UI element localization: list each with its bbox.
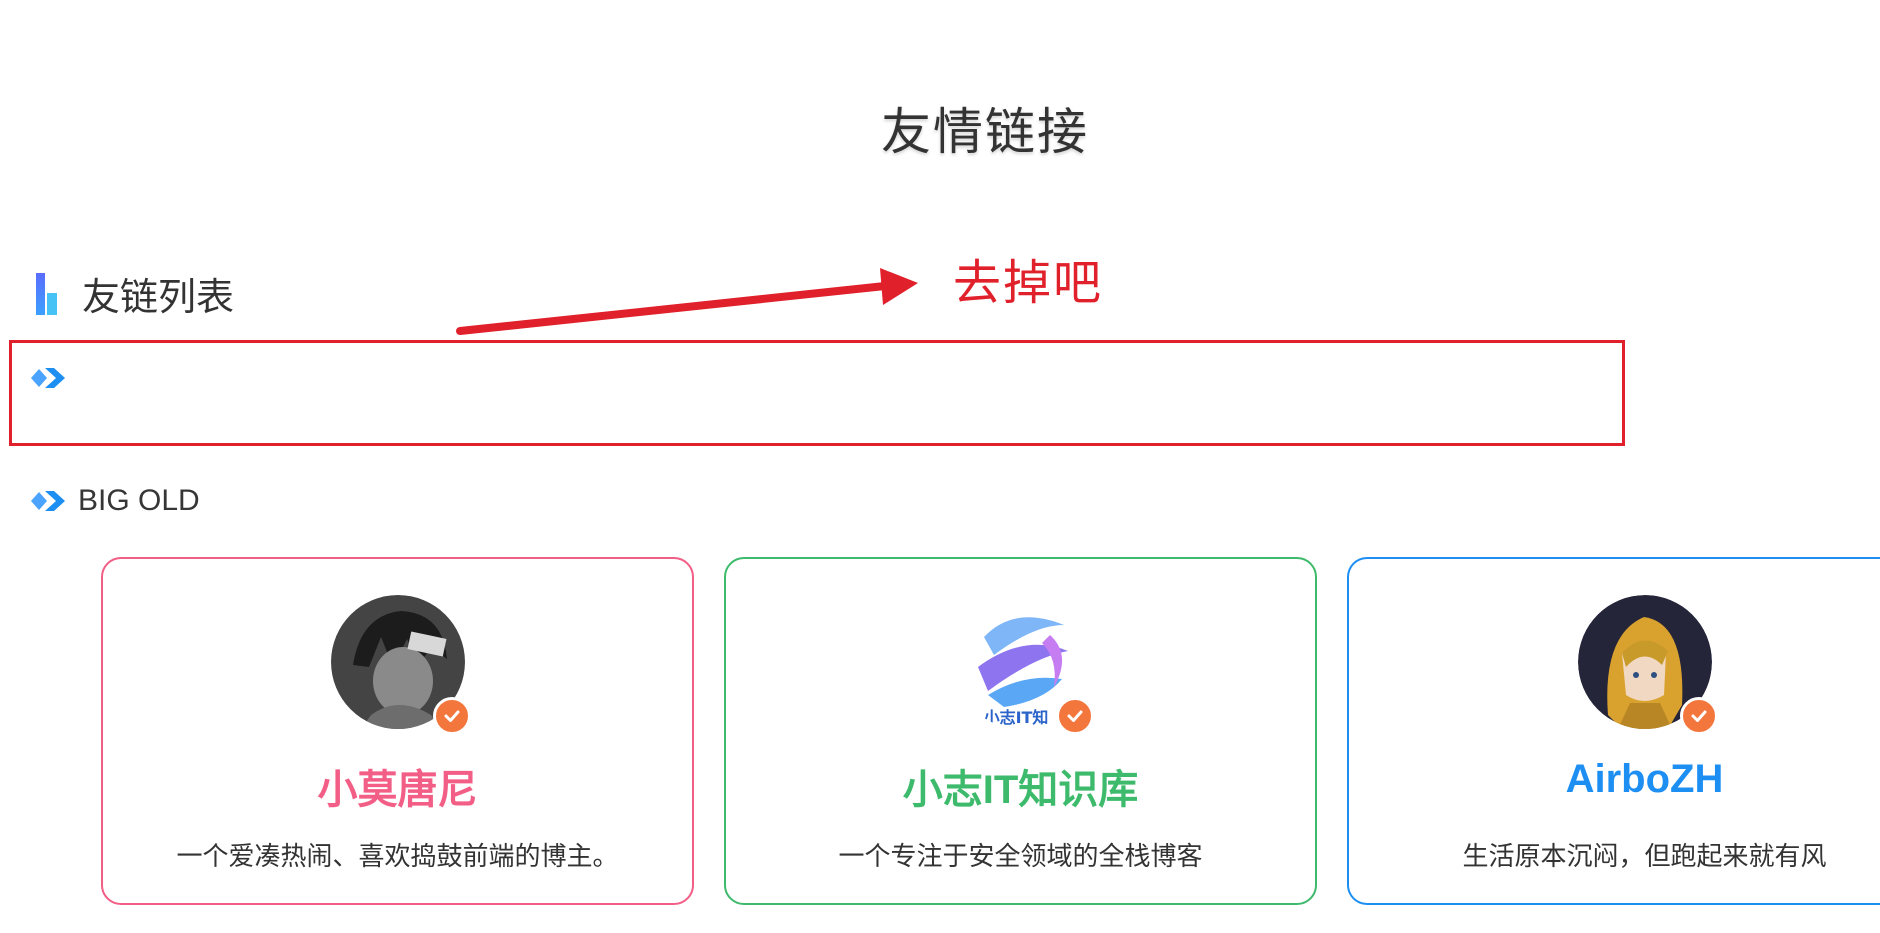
annotation-arrow-icon [456,268,918,335]
annotation-text: 去掉吧 [953,255,1104,311]
friend-card[interactable]: 小莫唐尼 一个爱凑热闹、喜欢捣鼓前端的博主。 [101,557,694,905]
card-description: 一个爱凑热闹、喜欢捣鼓前端的博主。 [176,842,619,872]
card-name[interactable]: 小志IT知识库 [726,757,1315,815]
diamond-chevron-icon [31,368,65,388]
friend-card[interactable]: 小志IT知 小志IT知识库 一个专注于安全领域的全栈博客 [724,557,1317,905]
heading-bar-icon [36,272,57,315]
section-heading-text: 友链列表 [82,275,235,319]
check-badge-icon [1055,697,1094,735]
section-heading: 友链列表 [36,266,234,321]
group-title: BIG OLD [78,484,200,517]
link-group-empty [30,366,78,390]
check-badge-icon [1679,697,1718,735]
card-name[interactable]: AirboZH [1349,757,1880,802]
friend-card[interactable]: AirboZH 生活原本沉闷，但跑起来就有风 [1347,557,1880,905]
card-description: 生活原本沉闷，但跑起来就有风 [1462,842,1827,872]
avatar[interactable] [330,595,471,735]
avatar-logo-text: 小志IT知 [983,708,1048,727]
card-name[interactable]: 小莫唐尼 [103,757,692,815]
card-description: 一个专注于安全领域的全栈博客 [838,842,1203,872]
avatar[interactable] [1577,595,1718,735]
annotation-highlight-box [9,340,1625,446]
page-title: 友情链接 [881,103,1089,161]
check-badge-icon [432,697,471,735]
avatar[interactable]: 小志IT知 [953,595,1094,735]
diamond-chevron-icon [31,491,65,511]
link-group-big-old: BIG OLD [30,484,200,518]
